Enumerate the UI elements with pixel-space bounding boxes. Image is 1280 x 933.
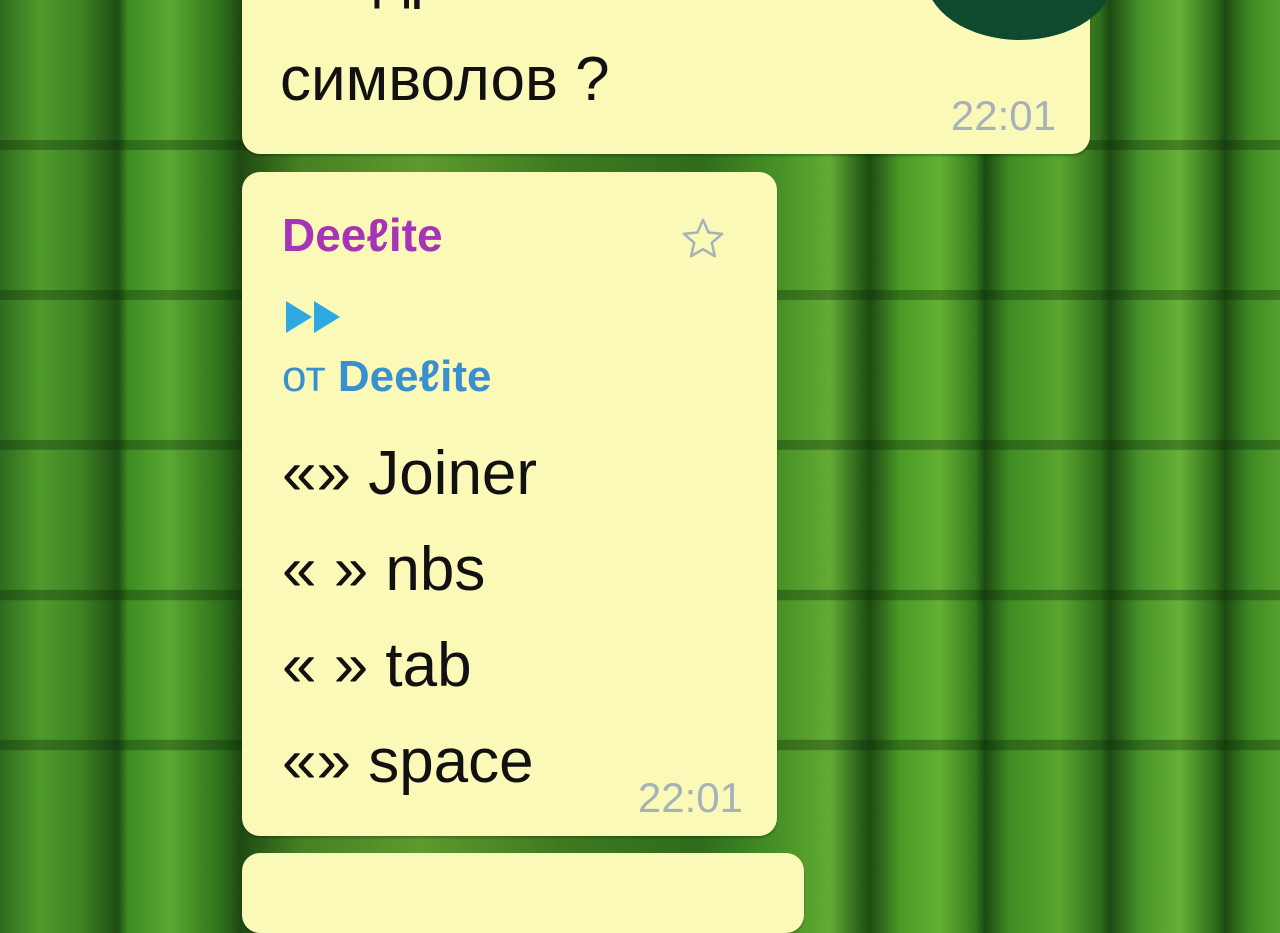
message-text-line: « » nbs xyxy=(282,535,486,604)
forwarded-from-name[interactable]: Deeℓite xyxy=(338,352,492,401)
sender-name[interactable]: Deeℓite xyxy=(282,208,443,262)
message-text-line: «​» space xyxy=(282,727,534,796)
message-text-line: «‌» Joiner xyxy=(282,439,538,508)
forward-arrows-icon xyxy=(286,301,340,333)
forwarded-from-line[interactable]: от Deeℓite xyxy=(282,352,491,402)
message-time: 22:01 xyxy=(950,92,1056,139)
message-text-line: символов ? xyxy=(280,45,610,114)
forwarded-prefix: от xyxy=(282,352,326,401)
message-bubble-2[interactable]: Deeℓite от Deeℓite «‌» Joiner « » nbs « … xyxy=(242,172,777,836)
star-outline-icon[interactable] xyxy=(680,216,726,262)
message-time: 22:01 xyxy=(637,774,743,821)
message-bubble-3[interactable] xyxy=(242,853,804,933)
message-text-line: « » tab xyxy=(282,631,472,700)
message-text-line: квадратики вмес xyxy=(280,0,760,24)
